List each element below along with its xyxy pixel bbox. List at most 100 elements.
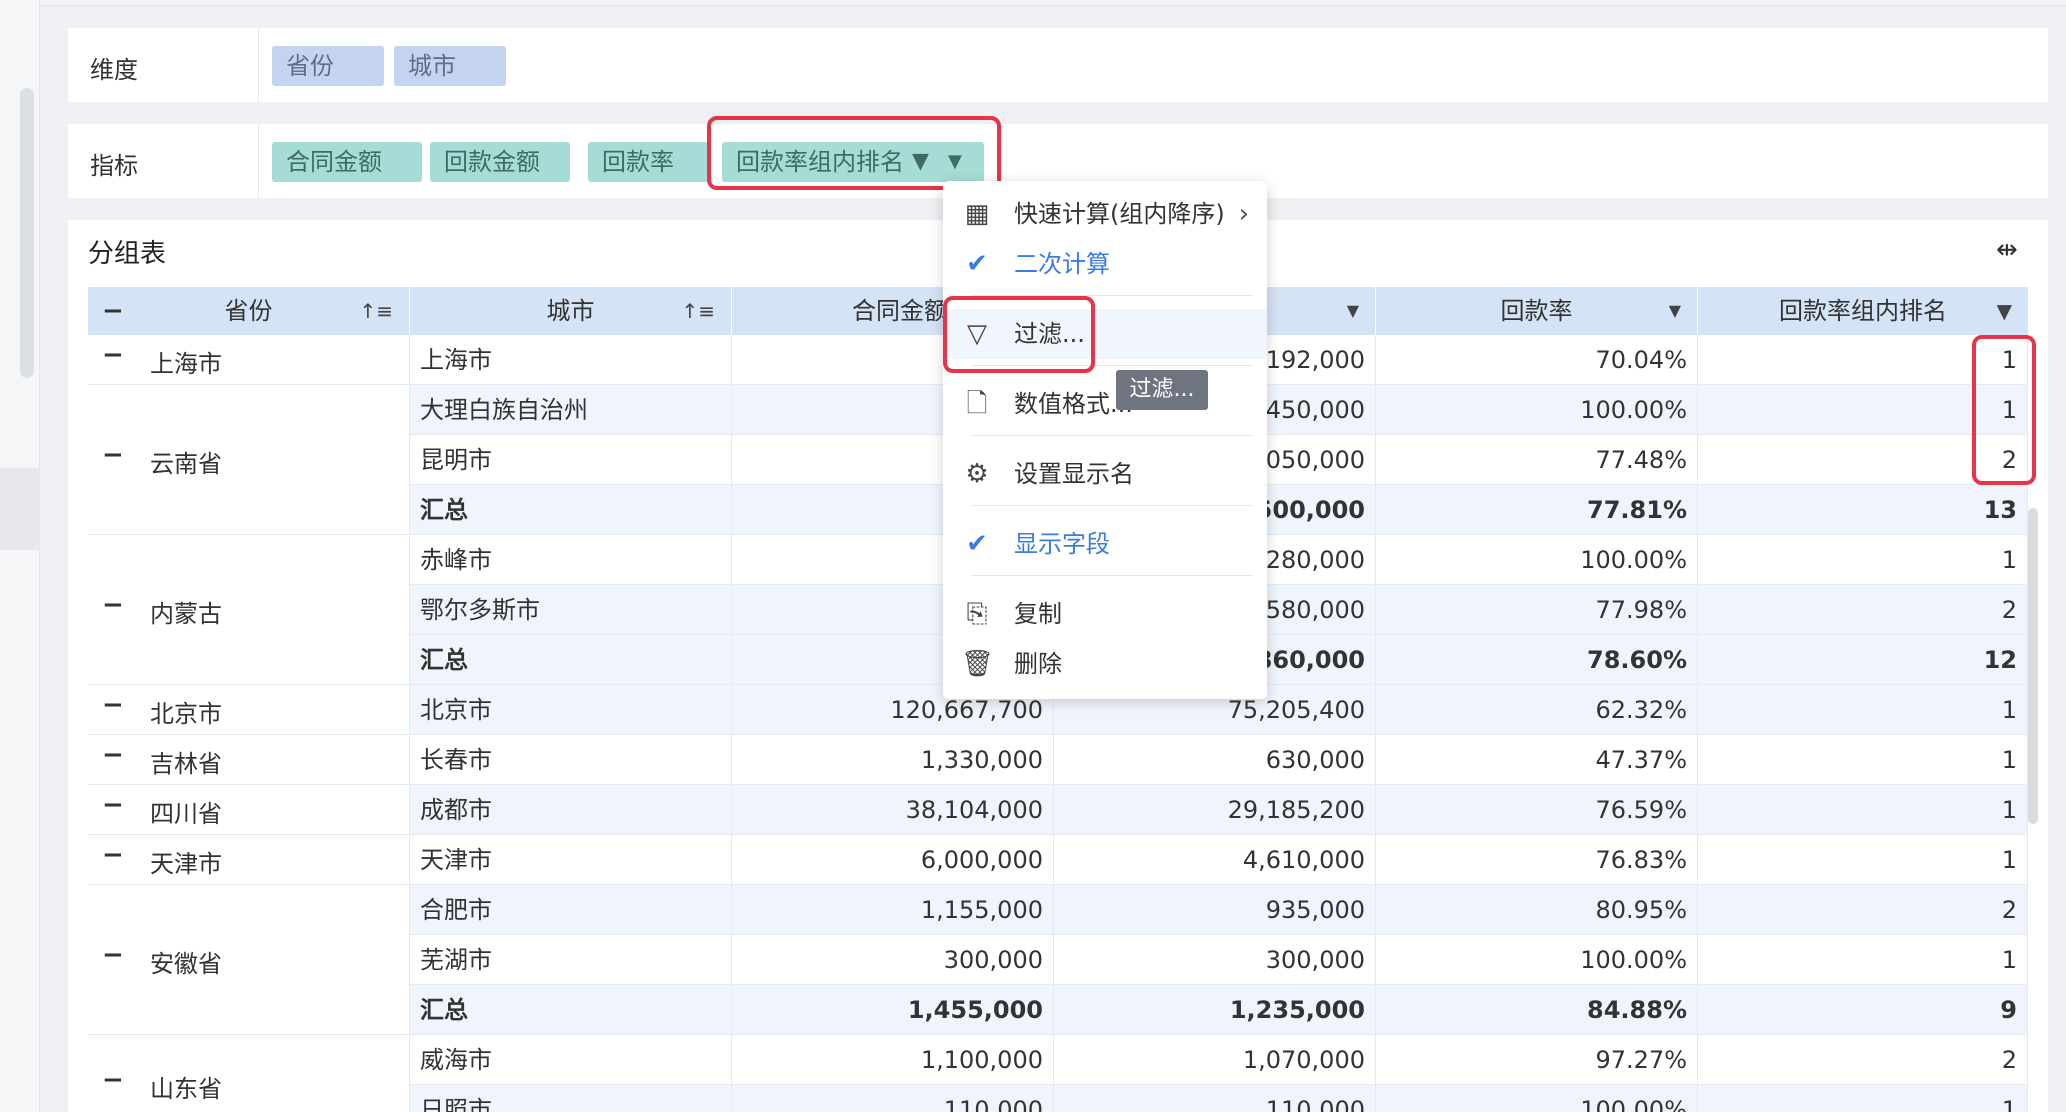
dimension-chip-province[interactable]: 省份 (272, 46, 384, 86)
table-cell-rate: 100.00% (1376, 385, 1698, 435)
table-cell-rate: 80.95% (1376, 885, 1698, 935)
table-cell-rank: 1 (1698, 735, 2028, 785)
metric-chip-payment[interactable]: 回款金额 (430, 142, 570, 182)
menu-item-quick-calc[interactable]: ▦ 快速计算(组内降序) › (943, 189, 1267, 239)
dimension-chip-city[interactable]: 城市 (394, 46, 506, 86)
table-cell-rank: 1 (1698, 835, 2028, 885)
collapse-icon[interactable]: − (102, 940, 124, 970)
province-group: − 四川省 (88, 785, 410, 835)
collapse-icon[interactable]: − (102, 690, 124, 720)
table-cell-city: 汇总 (410, 985, 732, 1035)
collapse-icon[interactable]: − (102, 440, 124, 470)
divider (258, 124, 259, 198)
context-menu: ▦ 快速计算(组内降序) › ✔ 二次计算 ▽ 过滤... 🗋 数值格式... … (943, 181, 1267, 699)
check-icon: ✔ (966, 529, 988, 559)
menu-item-show-field[interactable]: ✔ 显示字段 (943, 519, 1267, 569)
table-cell-contract: 38,104,000 (732, 785, 1054, 835)
table-cell-rate: 76.59% (1376, 785, 1698, 835)
table-cell-rate: 78.60% (1376, 635, 1698, 685)
table-cell-city: 芜湖市 (410, 935, 732, 985)
chevron-right-icon: › (1238, 199, 1249, 229)
menu-separator (971, 575, 1253, 576)
table-cell-rate: 70.04% (1376, 335, 1698, 385)
table-cell-city: 日照市 (410, 1085, 732, 1112)
divider (258, 28, 259, 102)
metric-chip-rate[interactable]: 回款率 (588, 142, 708, 182)
collapse-icon[interactable]: − (102, 1065, 124, 1095)
table-cell-contract: 1,155,000 (732, 885, 1054, 935)
table-cell-rate: 77.81% (1376, 485, 1698, 535)
table-cell-rank: 13 (1698, 485, 2028, 535)
table-cell-rank: 2 (1698, 1035, 2028, 1085)
sort-icon[interactable]: ↑≡ (359, 287, 393, 335)
header-city[interactable]: 城市 ↑≡ (410, 287, 732, 335)
table-cell-payment: 1,235,000 (1054, 985, 1376, 1035)
sidebar-collapse-strip[interactable] (0, 468, 40, 550)
table-cell-city: 北京市 (410, 685, 732, 735)
menu-item-delete[interactable]: 🗑 删除 (943, 639, 1267, 689)
chevron-down-icon[interactable]: ▼ (1347, 287, 1359, 335)
table-cell-rank: 1 (1698, 785, 2028, 835)
province-label: 四川省 (150, 800, 222, 828)
menu-item-display-name[interactable]: ⚙ 设置显示名 (943, 449, 1267, 499)
gear-icon: ⚙ (965, 459, 989, 489)
collapse-icon[interactable]: − (102, 790, 124, 820)
table-cell-city: 赤峰市 (410, 535, 732, 585)
dimension-label: 维度 (90, 56, 138, 84)
table-cell-rank: 1 (1698, 535, 2028, 585)
table-cell-contract: 1,455,000 (732, 985, 1054, 1035)
filter-tooltip: 过滤... (1116, 370, 1208, 410)
table-cell-rate: 100.00% (1376, 1085, 1698, 1112)
copy-icon: ⎘ (966, 599, 988, 629)
table-cell-city: 上海市 (410, 335, 732, 385)
menu-item-copy[interactable]: ⎘ 复制 (943, 589, 1267, 639)
province-group: − 安徽省 (88, 885, 410, 1035)
table-cell-city: 天津市 (410, 835, 732, 885)
collapse-icon[interactable]: − (102, 740, 124, 770)
province-group: − 吉林省 (88, 735, 410, 785)
metric-chip-contract[interactable]: 合同金额 (272, 142, 422, 182)
table-cell-payment: 110,000 (1054, 1085, 1376, 1112)
collapse-icon[interactable]: − (102, 340, 124, 370)
header-rate-rank[interactable]: 回款率组内排名 ▼ (1698, 287, 2028, 335)
table-cell-payment: 300,000 (1054, 935, 1376, 985)
header-rate[interactable]: 回款率 ▼ (1376, 287, 1698, 335)
menu-item-number-format[interactable]: 🗋 数值格式... (943, 379, 1267, 429)
calculator-icon: ▦ (964, 199, 990, 229)
table-title: 分组表 (88, 239, 167, 269)
table-cell-payment: 630,000 (1054, 735, 1376, 785)
table-cell-city: 长春市 (410, 735, 732, 785)
province-label: 内蒙古 (150, 600, 222, 628)
menu-separator (971, 505, 1253, 506)
table-cell-contract: 110,000 (732, 1085, 1054, 1112)
collapse-icon[interactable]: − (102, 590, 124, 620)
left-sidebar (0, 0, 40, 1112)
filter-icon[interactable]: ▼ (1997, 287, 2012, 335)
table-cell-rate: 62.32% (1376, 685, 1698, 735)
menu-item-secondary-calc[interactable]: ✔ 二次计算 (943, 239, 1267, 289)
chevron-down-icon[interactable]: ▼ (1669, 287, 1681, 335)
province-label: 天津市 (150, 850, 222, 878)
table-cell-rate: 100.00% (1376, 535, 1698, 585)
header-province[interactable]: − 省份 ↑≡ (88, 287, 410, 335)
table-cell-payment: 4,610,000 (1054, 835, 1376, 885)
menu-separator (971, 435, 1253, 436)
table-cell-rank: 1 (1698, 1085, 2028, 1112)
sidebar-scrollbar[interactable] (20, 88, 34, 378)
province-label: 上海市 (150, 350, 222, 378)
collapse-icon[interactable]: − (102, 840, 124, 870)
table-scrollbar-thumb[interactable] (2028, 508, 2038, 824)
sort-icon[interactable]: ↑≡ (681, 287, 715, 335)
table-cell-rank: 1 (1698, 685, 2028, 735)
table-cell-rank: 2 (1698, 585, 2028, 635)
expand-width-icon[interactable]: ⇹ (1996, 235, 2018, 265)
table-cell-city: 大理白族自治州 (410, 385, 732, 435)
province-label: 安徽省 (150, 950, 222, 978)
table-cell-payment: 1,070,000 (1054, 1035, 1376, 1085)
table-cell-rate: 84.88% (1376, 985, 1698, 1035)
metric-label: 指标 (90, 152, 138, 180)
check-icon: ✔ (966, 249, 988, 279)
table-cell-rate: 97.27% (1376, 1035, 1698, 1085)
province-group: − 内蒙古 (88, 535, 410, 685)
table-cell-rate: 77.98% (1376, 585, 1698, 635)
